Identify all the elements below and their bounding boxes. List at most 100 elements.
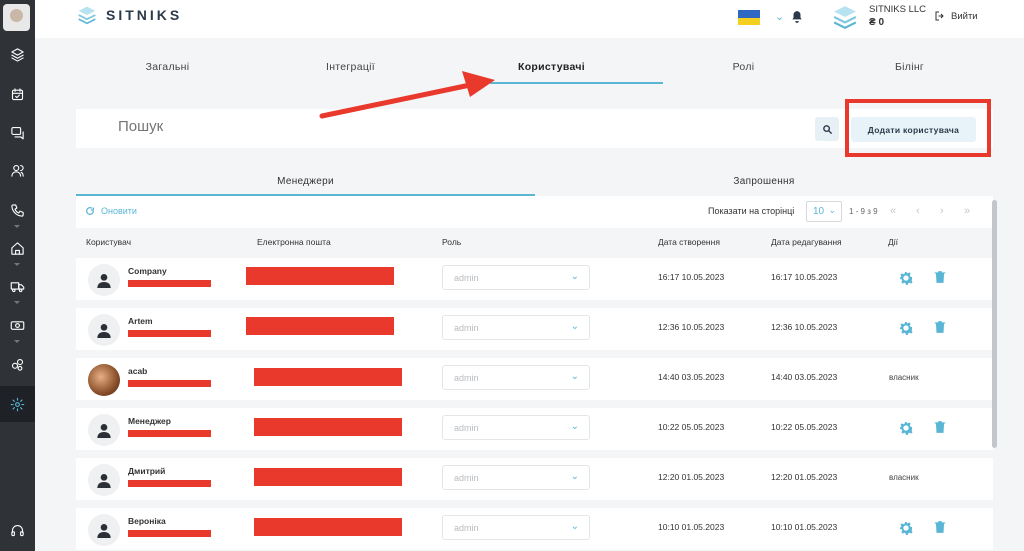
refresh-icon bbox=[86, 207, 94, 215]
owner-label: власник bbox=[889, 473, 919, 482]
balance: ₴ 0 bbox=[869, 17, 885, 28]
col-updated[interactable]: Дата редагування bbox=[771, 237, 842, 247]
home-icon[interactable] bbox=[0, 230, 35, 266]
tab-invitations[interactable]: Запрошення bbox=[535, 168, 993, 194]
role-select[interactable]: admin ⌄ bbox=[442, 365, 590, 390]
sidebar bbox=[0, 0, 35, 551]
table-row[interactable]: Company admin ⌄ 16:17 10.05.2023 16:17 10… bbox=[76, 258, 993, 300]
user-photo bbox=[88, 364, 120, 396]
gear-icon[interactable] bbox=[898, 420, 914, 436]
prev-page-icon[interactable]: ‹ bbox=[916, 205, 920, 217]
redacted-email bbox=[246, 267, 394, 285]
user-avatar bbox=[88, 414, 120, 446]
role-value: admin bbox=[454, 373, 479, 383]
person-icon bbox=[97, 524, 111, 538]
redacted-email bbox=[246, 317, 394, 335]
col-created[interactable]: Дата створення bbox=[658, 237, 720, 247]
caret-icon bbox=[14, 225, 20, 229]
gear-icon[interactable] bbox=[898, 320, 914, 336]
col-user[interactable]: Користувач bbox=[86, 237, 131, 247]
money-icon[interactable] bbox=[0, 307, 35, 343]
role-value: admin bbox=[454, 273, 479, 283]
table-row[interactable]: Artem admin ⌄ 12:36 10.05.2023 12:36 10.0… bbox=[76, 308, 993, 350]
users-icon[interactable] bbox=[0, 152, 35, 188]
logo[interactable]: SITNIKS bbox=[77, 5, 182, 25]
bell-icon[interactable] bbox=[790, 8, 804, 26]
person-icon bbox=[97, 474, 111, 488]
refresh-button[interactable]: Оновити bbox=[85, 206, 137, 216]
role-select[interactable]: admin ⌄ bbox=[442, 465, 590, 490]
brand-name: SITNIKS bbox=[106, 7, 183, 23]
logo-icon bbox=[78, 6, 96, 25]
chevron-down-icon: ⌄ bbox=[570, 521, 579, 532]
updated-date: 14:40 03.05.2023 bbox=[771, 372, 838, 382]
col-role[interactable]: Роль bbox=[442, 237, 461, 247]
role-select[interactable]: admin ⌄ bbox=[442, 315, 590, 340]
trash-icon[interactable] bbox=[933, 269, 947, 285]
layers-icon[interactable] bbox=[0, 36, 35, 72]
ukraine-flag-icon[interactable] bbox=[738, 10, 760, 25]
user-avatar bbox=[88, 314, 120, 346]
phone-icon[interactable] bbox=[0, 192, 35, 228]
person-icon bbox=[97, 324, 111, 338]
tab-billing[interactable]: Білінг bbox=[826, 50, 993, 84]
created-date: 10:10 01.05.2023 bbox=[658, 522, 725, 532]
role-select[interactable]: admin ⌄ bbox=[442, 415, 590, 440]
first-page-icon[interactable]: « bbox=[890, 205, 896, 217]
role-value: admin bbox=[454, 423, 479, 433]
trash-icon[interactable] bbox=[933, 519, 947, 535]
tab-users[interactable]: Користувачі bbox=[442, 50, 661, 84]
user-name: Artem bbox=[128, 316, 153, 326]
search-button[interactable] bbox=[815, 117, 839, 141]
per-page-select[interactable]: 10 ⌄ bbox=[806, 201, 842, 222]
tab-integrations[interactable]: Інтеграції bbox=[259, 50, 442, 84]
caret-icon bbox=[14, 263, 20, 267]
search-input[interactable] bbox=[118, 118, 618, 135]
user-avatar bbox=[88, 264, 120, 296]
tab-general[interactable]: Загальні bbox=[76, 50, 259, 84]
user-name: Дмитрий bbox=[128, 466, 166, 476]
trash-icon[interactable] bbox=[933, 319, 947, 335]
top-bar: SITNIKS ⌄ SITNIKS LLC ₴ 0 Вийти bbox=[35, 0, 1024, 38]
user-name: Company bbox=[128, 266, 167, 276]
tab-managers[interactable]: Менеджери bbox=[76, 168, 535, 194]
logout-button[interactable]: Вийти bbox=[934, 10, 978, 22]
table-row[interactable]: Менеджер admin ⌄ 10:22 05.05.2023 10:22 0… bbox=[76, 408, 993, 450]
user-avatar bbox=[88, 514, 120, 546]
table-row[interactable]: Вероніка admin ⌄ 10:10 01.05.2023 10:10 0… bbox=[76, 508, 993, 550]
table-scrollbar[interactable] bbox=[992, 200, 997, 448]
created-date: 16:17 10.05.2023 bbox=[658, 272, 725, 282]
chevron-down-icon: ⌄ bbox=[570, 371, 579, 382]
tab-roles[interactable]: Ролі bbox=[661, 50, 826, 84]
page-range: 1 - 9 з 9 bbox=[849, 207, 878, 216]
company-logo-icon bbox=[833, 6, 857, 30]
role-value: admin bbox=[454, 473, 479, 483]
updated-date: 12:20 01.05.2023 bbox=[771, 472, 838, 482]
logout-icon bbox=[935, 11, 944, 21]
calendar-icon[interactable] bbox=[0, 76, 35, 112]
next-page-icon[interactable]: › bbox=[940, 205, 944, 217]
settings-icon[interactable] bbox=[0, 386, 35, 422]
user-avatar[interactable] bbox=[3, 4, 30, 31]
table-row[interactable]: Дмитрий admin ⌄ 12:20 01.05.2023 12:20 01… bbox=[76, 458, 993, 500]
gear-icon[interactable] bbox=[898, 520, 914, 536]
headset-icon[interactable] bbox=[0, 512, 35, 548]
gears-icon[interactable] bbox=[0, 346, 35, 382]
table-row[interactable]: acab admin ⌄ 14:40 03.05.2023 14:40 03.05… bbox=[76, 358, 993, 400]
last-page-icon[interactable]: » bbox=[964, 205, 970, 217]
person-icon bbox=[97, 274, 111, 288]
col-email[interactable]: Електронна пошта bbox=[257, 237, 331, 247]
trash-icon[interactable] bbox=[933, 419, 947, 435]
redacted-phone bbox=[128, 430, 211, 437]
chevron-down-icon[interactable]: ⌄ bbox=[775, 10, 784, 23]
truck-icon[interactable] bbox=[0, 268, 35, 304]
redacted-phone bbox=[128, 330, 211, 337]
role-select[interactable]: admin ⌄ bbox=[442, 265, 590, 290]
chevron-down-icon: ⌄ bbox=[570, 471, 579, 482]
logout-label: Вийти bbox=[951, 10, 978, 22]
chat-icon[interactable] bbox=[0, 114, 35, 150]
role-select[interactable]: admin ⌄ bbox=[442, 515, 590, 540]
updated-date: 12:36 10.05.2023 bbox=[771, 322, 838, 332]
updated-date: 16:17 10.05.2023 bbox=[771, 272, 838, 282]
gear-icon[interactable] bbox=[898, 270, 914, 286]
